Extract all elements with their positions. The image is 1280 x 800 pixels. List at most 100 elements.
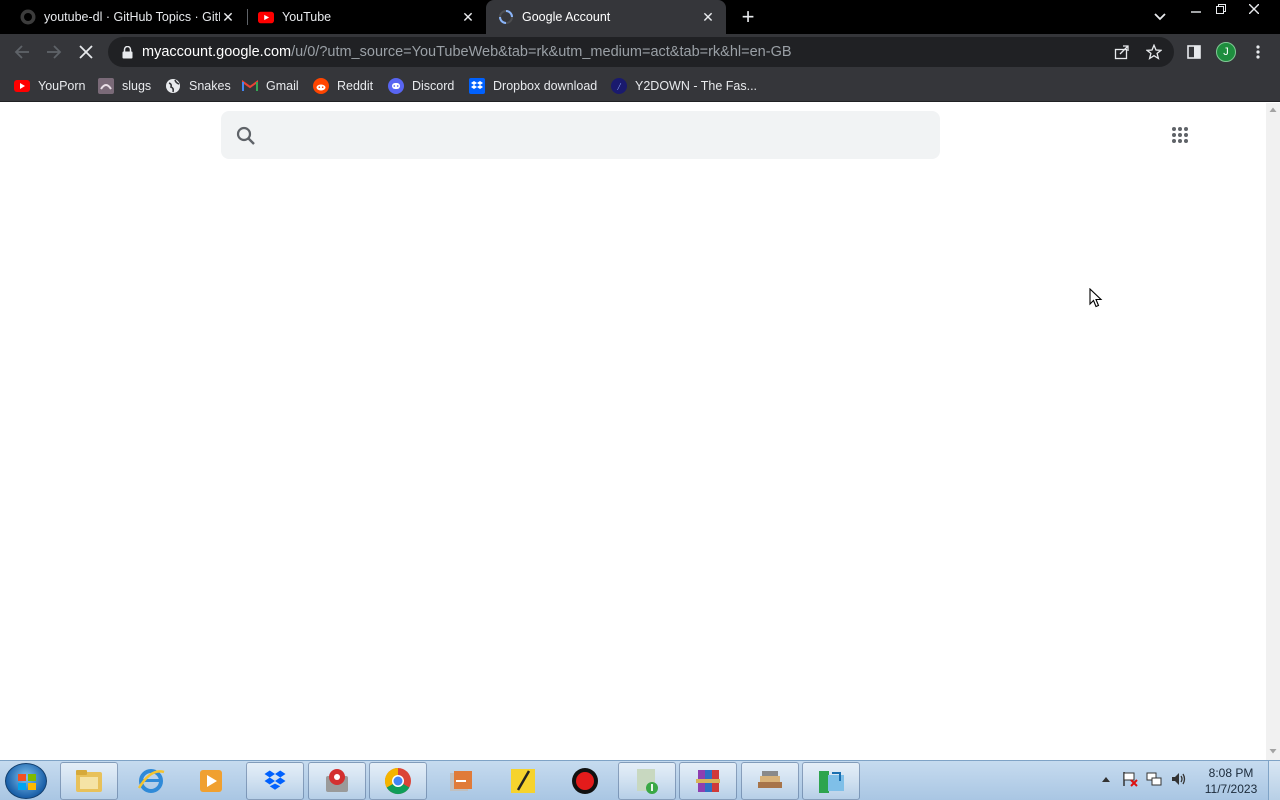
chrome-icon <box>384 767 411 795</box>
tab-search-chevron-icon[interactable] <box>1150 8 1170 26</box>
mouse-cursor-icon <box>1089 288 1103 308</box>
tab-strip: youtube-dl · GitHub Topics · GitH ✕ YouT… <box>0 0 1280 34</box>
screenshot-tool-icon <box>326 769 348 792</box>
bookmark-label: slugs <box>122 79 152 93</box>
url-text: myaccount.google.com/u/0/?utm_source=You… <box>142 44 792 60</box>
taskbar-downloader[interactable] <box>618 762 676 800</box>
share-icon[interactable] <box>1114 44 1130 60</box>
clock-date: 11/7/2023 <box>1204 782 1258 796</box>
new-tab-button[interactable]: + <box>736 4 760 29</box>
media-player-icon <box>200 770 222 792</box>
bookmark-discord[interactable]: Discord <box>388 76 454 96</box>
bookmark-label: Reddit <box>337 79 374 93</box>
gmail-icon <box>242 78 258 94</box>
scroll-up-arrow-icon[interactable] <box>1269 106 1277 114</box>
bookmark-youporn[interactable]: YouPorn <box>14 76 86 96</box>
system-clock[interactable]: 8:08 PM 11/7/2023 <box>1196 765 1266 797</box>
restore-button[interactable] <box>1208 0 1234 18</box>
bookmark-dropbox-download[interactable]: Dropbox download <box>469 76 597 96</box>
bookmark-star-icon[interactable] <box>1146 44 1162 60</box>
windows-logo-icon <box>18 774 36 790</box>
taskbar-books[interactable] <box>741 762 799 800</box>
browser-toolbar: myaccount.google.com/u/0/?utm_source=You… <box>0 34 1280 70</box>
taskbar-screenshot-tool[interactable] <box>308 762 366 800</box>
show-hidden-icons-arrow[interactable] <box>1098 771 1114 787</box>
globe-icon <box>165 78 181 94</box>
close-window-button[interactable] <box>1241 0 1267 18</box>
discord-icon <box>388 78 404 94</box>
dropbox-icon <box>264 770 286 790</box>
bookmark-label: Gmail <box>266 79 299 93</box>
back-button[interactable] <box>10 40 34 64</box>
start-button[interactable] <box>5 763 47 799</box>
bookmark-reddit[interactable]: Reddit <box>313 76 373 96</box>
record-icon <box>572 768 598 794</box>
address-bar[interactable]: myaccount.google.com/u/0/?utm_source=You… <box>108 37 1174 67</box>
google-apps-icon[interactable] <box>1166 121 1194 149</box>
scroll-down-arrow-icon[interactable] <box>1269 747 1277 755</box>
bookmark-gmail[interactable]: Gmail <box>242 76 299 96</box>
tab-google-account[interactable]: Google Account ✕ <box>486 0 726 34</box>
bookmark-slugs[interactable]: slugs <box>98 76 151 96</box>
profile-avatar[interactable]: J <box>1216 42 1236 62</box>
minimize-button[interactable] <box>1183 0 1209 18</box>
bookmark-label: YouPorn <box>38 79 86 93</box>
bookmark-label: Discord <box>412 79 455 93</box>
taskbar-archive-tool[interactable] <box>432 762 490 800</box>
reddit-icon <box>313 78 329 94</box>
search-input[interactable] <box>273 111 923 159</box>
close-tab-icon[interactable]: ✕ <box>460 9 476 25</box>
tab-github[interactable]: youtube-dl · GitHub Topics · GitH ✕ <box>0 0 246 34</box>
installer-icon <box>819 771 844 793</box>
pen-tool-icon <box>511 769 535 793</box>
bookmark-snakes[interactable]: Snakes <box>165 76 231 96</box>
tab-title: YouTube <box>282 10 332 24</box>
bookmarks-bar: YouPorn slugs Snakes Gmail Reddit Discor… <box>0 70 1280 102</box>
tab-youtube[interactable]: YouTube ✕ <box>248 0 486 34</box>
close-tab-icon[interactable]: ✕ <box>700 9 716 25</box>
clock-time: 8:08 PM <box>1208 766 1254 780</box>
youtube-icon <box>258 9 274 25</box>
tab-title: Google Account <box>522 10 611 24</box>
archive-tool-icon <box>450 771 472 791</box>
loading-spinner-icon <box>498 9 514 25</box>
url-host: myaccount.google.com <box>142 44 292 60</box>
downloader-icon <box>637 769 658 794</box>
tab-title: youtube-dl · GitHub Topics · GitH <box>44 10 220 24</box>
search-icon[interactable] <box>235 125 257 147</box>
bookmark-y2down[interactable]: / Y2DOWN - The Fas... <box>611 76 757 96</box>
page-scrollbar[interactable] <box>1266 103 1280 760</box>
slug-icon <box>98 78 114 94</box>
taskbar-record[interactable] <box>556 762 614 800</box>
winrar-icon <box>696 770 720 792</box>
stop-loading-button[interactable] <box>74 40 98 64</box>
taskbar-chrome[interactable] <box>369 762 427 800</box>
page-content <box>0 103 1266 760</box>
taskbar-dropbox[interactable] <box>246 762 304 800</box>
close-tab-icon[interactable]: ✕ <box>220 9 236 25</box>
url-path: /u/0/?utm_source=YouTubeWeb&tab=rk&utm_m… <box>291 44 792 60</box>
y2down-icon: / <box>611 78 627 94</box>
taskbar-internet-explorer[interactable] <box>122 762 180 800</box>
taskbar-installer[interactable] <box>802 762 860 800</box>
youtube-red-icon <box>14 78 30 94</box>
taskbar-winrar[interactable] <box>679 762 737 800</box>
taskbar-pen-tool[interactable] <box>494 762 552 800</box>
network-icon[interactable] <box>1146 771 1162 787</box>
side-panel-icon[interactable] <box>1182 40 1206 64</box>
taskbar-media-player[interactable] <box>182 762 240 800</box>
github-icon <box>20 9 36 25</box>
forward-button[interactable] <box>42 40 66 64</box>
bookmark-label: Dropbox download <box>493 79 598 93</box>
taskbar-file-explorer[interactable] <box>60 762 118 800</box>
books-icon <box>758 771 782 788</box>
bookmark-label: Y2DOWN - The Fas... <box>635 79 758 93</box>
bookmark-label: Snakes <box>189 79 231 93</box>
action-center-flag-icon[interactable] <box>1122 771 1138 787</box>
show-desktop-button[interactable] <box>1268 761 1280 800</box>
lock-icon[interactable] <box>120 45 134 59</box>
account-search-box[interactable] <box>221 111 940 159</box>
volume-icon[interactable] <box>1170 771 1186 787</box>
more-menu-icon[interactable] <box>1246 40 1270 64</box>
dropbox-icon <box>469 78 485 94</box>
